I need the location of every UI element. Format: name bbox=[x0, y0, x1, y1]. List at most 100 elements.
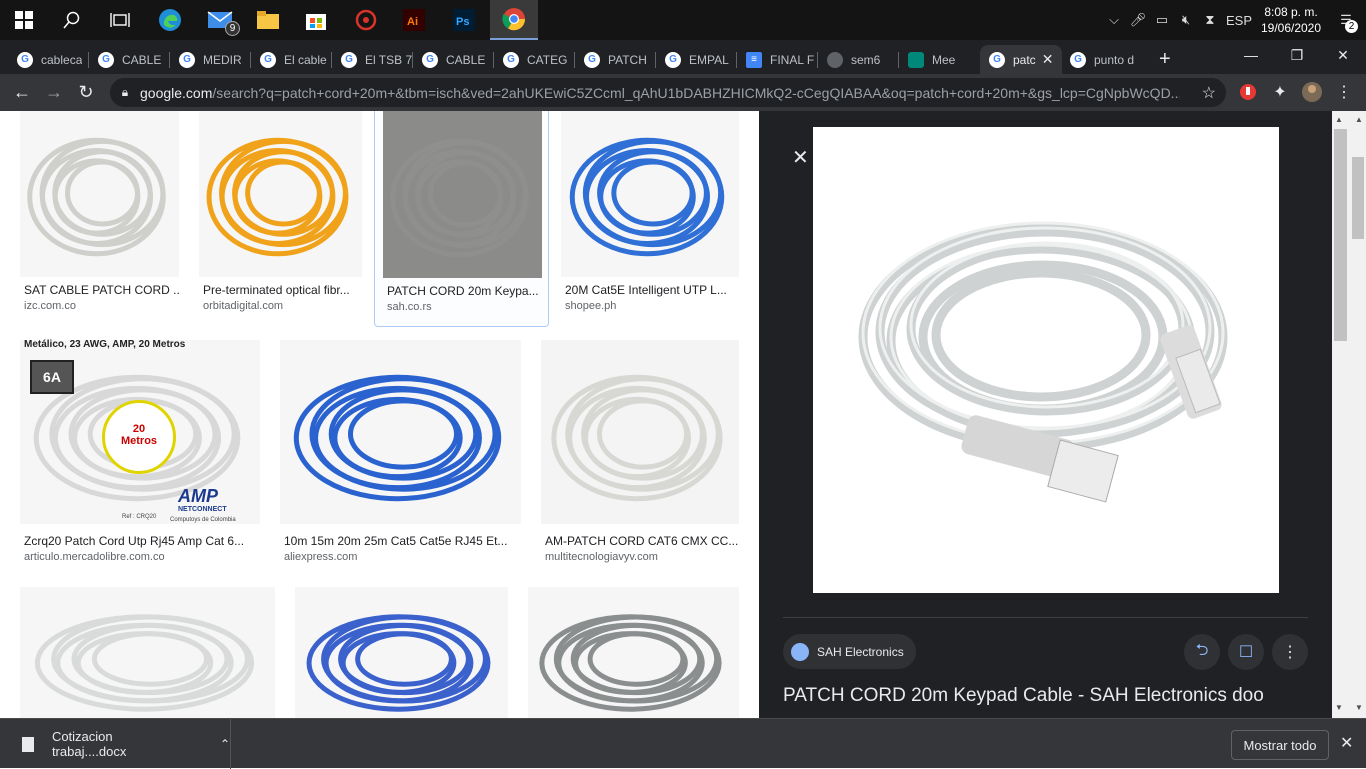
tab-13[interactable]: Gpatc ✕ bbox=[980, 45, 1062, 74]
result-title[interactable]: Pre-terminated optical fibr... bbox=[203, 283, 362, 297]
address-bar[interactable]: 🔒︎ google.com/search?q=patch+cord+20m+&t… bbox=[110, 78, 1226, 107]
result-title[interactable]: PATCH CORD 20m Keypa... bbox=[387, 284, 542, 298]
forward-button[interactable]: → bbox=[40, 78, 68, 106]
tab-7[interactable]: G CATEG bbox=[494, 45, 574, 74]
chrome-app[interactable] bbox=[490, 0, 538, 40]
close-download-bar-icon[interactable]: ✕ bbox=[1340, 733, 1353, 753]
result-thumbnail[interactable] bbox=[20, 111, 179, 277]
result-title[interactable]: 10m 15m 20m 25m Cat5 Cat5e RJ45 Et... bbox=[284, 534, 521, 548]
scroll-down-icon[interactable]: ▼ bbox=[1335, 703, 1343, 712]
page-scrollbars[interactable]: ▲ ▼ ▲ ▼ bbox=[1332, 111, 1366, 718]
extensions-puzzle-icon[interactable]: ✦ bbox=[1268, 80, 1292, 104]
image-result[interactable]: Metálico, 23 AWG, AMP, 20 Metros 6A 20 Metr… bbox=[20, 339, 260, 564]
image-result[interactable]: 20M Cat5E Intelligent UTP L... shopee.ph bbox=[561, 111, 739, 317]
results-scroll-thumb[interactable] bbox=[1334, 129, 1347, 341]
result-thumbnail[interactable] bbox=[383, 111, 542, 278]
result-thumbnail[interactable] bbox=[280, 340, 521, 524]
reload-button[interactable]: ↻ bbox=[72, 78, 100, 106]
image-result[interactable] bbox=[295, 587, 508, 718]
result-source[interactable]: sah.co.rs bbox=[387, 301, 432, 313]
battery-icon[interactable]: ▭ bbox=[1150, 0, 1174, 40]
close-tab-icon[interactable]: ✕ bbox=[1042, 51, 1054, 68]
image-result[interactable]: SAT CABLE PATCH CORD ... izc.com.co bbox=[20, 111, 179, 317]
save-bookmark-button[interactable]: ☐ bbox=[1228, 634, 1264, 670]
tab-8[interactable]: G PATCH bbox=[575, 45, 655, 74]
tab-12[interactable]: Mee bbox=[899, 45, 979, 74]
mail-app[interactable]: 9 bbox=[196, 0, 244, 40]
minimize-button[interactable]: — bbox=[1228, 40, 1274, 70]
tab-label: patc bbox=[1013, 52, 1036, 67]
result-source[interactable]: shopee.ph bbox=[565, 300, 616, 312]
new-tab-button[interactable]: + bbox=[1150, 45, 1178, 74]
tab-10[interactable]: ≡ FINAL F bbox=[737, 45, 817, 74]
edge-app[interactable] bbox=[146, 0, 194, 40]
extension-red-icon[interactable] bbox=[1236, 80, 1260, 104]
result-source[interactable]: multitecnologiavyv.com bbox=[545, 551, 658, 563]
download-item[interactable]: Cotizacion trabaj....docx ⌃ bbox=[0, 719, 231, 769]
photoshop-app[interactable]: Ps bbox=[440, 0, 488, 40]
tab-3[interactable]: G MEDIR bbox=[170, 45, 250, 74]
result-title[interactable]: AM-PATCH CORD CAT6 CMX CC... bbox=[545, 534, 739, 548]
result-thumbnail[interactable] bbox=[199, 111, 362, 277]
notifications-button[interactable]: ☰ 2 bbox=[1326, 0, 1366, 40]
bookmark-star-icon[interactable]: ☆ bbox=[1202, 83, 1216, 103]
chevron-up-icon[interactable]: ⌵ bbox=[1102, 0, 1126, 40]
result-title[interactable]: Zcrq20 Patch Cord Utp Rj45 Amp Cat 6... bbox=[24, 534, 260, 548]
page-scroll-down-icon[interactable]: ▼ bbox=[1355, 703, 1363, 712]
preview-title[interactable]: PATCH CORD 20m Keypad Cable - SAH Electr… bbox=[783, 685, 1264, 707]
red-app[interactable] bbox=[342, 0, 390, 40]
result-thumbnail[interactable] bbox=[20, 587, 275, 718]
result-source[interactable]: izc.com.co bbox=[24, 300, 76, 312]
tab-2[interactable]: G CABLE bbox=[89, 45, 169, 74]
image-result[interactable] bbox=[528, 587, 739, 718]
image-result[interactable] bbox=[20, 587, 275, 718]
volume-muted-icon[interactable]: 🔇︎ bbox=[1174, 0, 1198, 40]
illustrator-app[interactable]: Ai bbox=[390, 0, 438, 40]
tab-4[interactable]: G El cable bbox=[251, 45, 331, 74]
share-button[interactable]: ⮌ bbox=[1184, 634, 1220, 670]
search-button[interactable] bbox=[48, 0, 96, 40]
chrome-menu-icon[interactable]: ⋮ bbox=[1332, 80, 1356, 104]
task-view-button[interactable] bbox=[96, 0, 144, 40]
result-title[interactable]: 20M Cat5E Intelligent UTP L... bbox=[565, 283, 739, 297]
tab-5[interactable]: G El TSB 7 bbox=[332, 45, 412, 74]
start-button[interactable] bbox=[0, 0, 48, 40]
result-thumbnail[interactable] bbox=[295, 587, 508, 718]
overlay-cat-badge: 6A bbox=[30, 360, 74, 394]
scroll-up-icon[interactable]: ▲ bbox=[1335, 115, 1343, 124]
result-source[interactable]: articulo.mercadolibre.com.co bbox=[24, 551, 165, 563]
result-source[interactable]: orbitadigital.com bbox=[203, 300, 283, 312]
show-all-button[interactable]: Mostrar todo bbox=[1231, 730, 1329, 760]
image-result[interactable]: 10m 15m 20m 25m Cat5 Cat5e RJ45 Et... ali… bbox=[280, 340, 521, 564]
store-app[interactable] bbox=[292, 0, 340, 40]
source-chip[interactable]: SAH Electronics bbox=[783, 634, 916, 669]
tab-9[interactable]: G EMPAL bbox=[656, 45, 736, 74]
chevron-up-icon[interactable]: ⌃ bbox=[220, 737, 230, 751]
close-window-button[interactable]: ✕ bbox=[1320, 40, 1366, 70]
close-preview-icon[interactable]: ✕ bbox=[792, 145, 809, 170]
microphone-icon[interactable]: 🎤︎ bbox=[1126, 0, 1150, 40]
restore-button[interactable]: ❐ bbox=[1274, 40, 1320, 70]
image-result[interactable]: Pre-terminated optical fibr... orbitadigi… bbox=[199, 111, 362, 317]
result-title[interactable]: SAT CABLE PATCH CORD ... bbox=[24, 283, 179, 297]
tab-6[interactable]: G CABLE bbox=[413, 45, 493, 74]
result-source[interactable]: aliexpress.com bbox=[284, 551, 357, 563]
file-explorer-app[interactable] bbox=[244, 0, 292, 40]
result-thumbnail[interactable] bbox=[561, 111, 739, 277]
page-scroll-up-icon[interactable]: ▲ bbox=[1355, 115, 1363, 124]
clock[interactable]: 8:08 p. m. 19/06/2020 bbox=[1256, 4, 1326, 36]
page-scroll-thumb[interactable] bbox=[1352, 157, 1364, 239]
wifi-icon[interactable]: ⧗ bbox=[1198, 0, 1222, 40]
result-thumbnail[interactable] bbox=[528, 587, 739, 718]
profile-avatar[interactable] bbox=[1300, 80, 1324, 104]
image-result[interactable]: AM-PATCH CORD CAT6 CMX CC... multitecnolo… bbox=[541, 340, 739, 564]
tab-1[interactable]: Gcableca bbox=[8, 45, 88, 74]
image-result[interactable]: PATCH CORD 20m Keypa... sah.co.rs bbox=[374, 111, 549, 327]
tab-14[interactable]: Gpunto d bbox=[1061, 45, 1141, 74]
result-thumbnail[interactable] bbox=[541, 340, 739, 524]
preview-image[interactable] bbox=[813, 127, 1279, 593]
more-options-button[interactable]: ⋮ bbox=[1272, 634, 1308, 670]
back-button[interactable]: ← bbox=[8, 78, 36, 106]
tab-11[interactable]: sem6 bbox=[818, 45, 898, 74]
language-indicator[interactable]: ESP bbox=[1222, 0, 1256, 40]
